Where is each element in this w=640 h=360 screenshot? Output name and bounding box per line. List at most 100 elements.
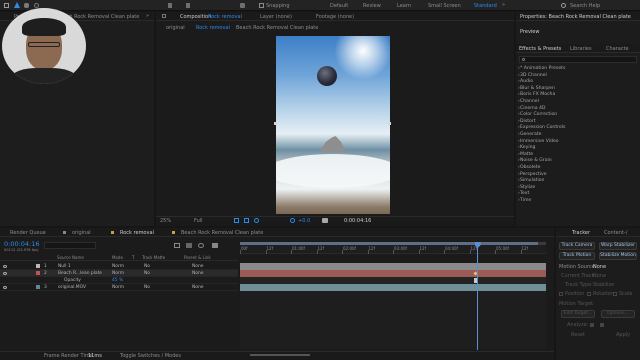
visibility-eye-icon[interactable] — [3, 265, 7, 268]
viewer-handle-right[interactable] — [388, 122, 391, 125]
effects-category[interactable]: Keying — [520, 145, 535, 150]
effects-category[interactable]: 3D Channel — [520, 73, 547, 78]
effects-category[interactable]: * Animation Presets — [520, 66, 565, 71]
work-area-active[interactable] — [240, 242, 538, 245]
brush-tool-icon[interactable] — [186, 3, 190, 8]
layer-mode[interactable]: Norm — [112, 271, 124, 276]
zoom-select[interactable]: 25% — [160, 218, 171, 224]
project-more-icon[interactable]: » — [146, 13, 149, 19]
tab-rock-removal[interactable]: Rock removal — [120, 230, 154, 236]
exposure-icon[interactable] — [290, 218, 295, 223]
effects-category[interactable]: Blur & Sharpen — [520, 86, 555, 91]
breadcrumb-clean-plate[interactable]: Beach Rock Removal Clean plate — [236, 25, 318, 31]
viewer-timecode[interactable]: 0:00:04:16 — [344, 218, 371, 224]
layer-track-matte[interactable]: No — [144, 285, 150, 290]
workspace-default[interactable]: Default — [330, 3, 348, 9]
col-track-matte[interactable]: Track Matte — [142, 255, 165, 260]
lock-icon[interactable] — [162, 14, 166, 18]
effects-category[interactable]: Audio — [520, 79, 533, 84]
expand-arrow-icon[interactable]: › — [518, 139, 520, 144]
snapping-checkbox-icon[interactable] — [259, 3, 264, 8]
col-parent-link[interactable]: Parent & Link — [184, 255, 211, 260]
breadcrumb-original[interactable]: original — [166, 25, 185, 31]
workspace-more-icon[interactable]: » — [502, 2, 505, 8]
viewer-handle-left[interactable] — [274, 122, 277, 125]
content-aware-tab[interactable]: Content-/ — [604, 230, 627, 236]
expand-arrow-icon[interactable]: › — [518, 198, 520, 203]
layer-name[interactable]: Opacity — [64, 278, 81, 283]
layer-name[interactable]: Null 1 — [58, 264, 71, 269]
motion-blur-icon[interactable] — [198, 243, 204, 248]
tab-render-queue[interactable]: Render Queue — [10, 230, 46, 236]
exposure-value[interactable]: +0.0 — [298, 218, 310, 224]
expand-arrow-icon[interactable]: › — [518, 92, 520, 97]
effects-category[interactable]: Perspective — [520, 172, 547, 177]
col-source-name[interactable]: Source Name — [57, 255, 84, 260]
warp-stabilizer-button[interactable]: Warp Stabilizer — [599, 242, 637, 250]
character-tab[interactable]: Characte — [606, 46, 629, 52]
layer-name[interactable]: original.MOV — [58, 285, 86, 290]
layer-mode[interactable]: 45 % — [112, 278, 123, 283]
expand-arrow-icon[interactable]: › — [518, 79, 520, 84]
layer-track-matte[interactable]: No — [144, 264, 150, 269]
expand-arrow-icon[interactable]: › — [518, 119, 520, 124]
expand-arrow-icon[interactable]: › — [518, 99, 520, 104]
expand-arrow-icon[interactable]: › — [518, 185, 520, 190]
expand-arrow-icon[interactable]: › — [518, 178, 520, 183]
comp-mini-flowchart-icon[interactable] — [174, 243, 180, 248]
effects-category[interactable]: Simulation — [520, 178, 544, 183]
workspace-small-screen[interactable]: Small Screen — [428, 3, 461, 9]
layer-parent[interactable]: None — [192, 264, 203, 269]
layer-tab[interactable]: Layer (none) — [260, 14, 292, 20]
graph-editor-icon[interactable] — [212, 243, 218, 248]
workspace-standard[interactable]: Standard — [474, 3, 497, 9]
playhead[interactable] — [477, 242, 479, 350]
tab-clean-plate[interactable]: Beach Rock Removal Clean plate — [181, 230, 263, 236]
expand-arrow-icon[interactable]: › — [518, 73, 520, 78]
hand-tool-icon[interactable] — [24, 3, 29, 8]
layer-parent[interactable]: None — [192, 285, 203, 290]
motion-source-value[interactable]: None — [593, 264, 606, 270]
expand-arrow-icon[interactable]: › — [518, 191, 520, 196]
layer-bar-null[interactable] — [240, 263, 546, 270]
libraries-tab[interactable]: Libraries — [570, 46, 592, 52]
breadcrumb-rock-removal[interactable]: Rock removal — [196, 25, 230, 31]
layer-track-matte[interactable]: No — [144, 271, 150, 276]
layer-name[interactable]: Beach R...lean plate — [58, 271, 102, 276]
expand-arrow-icon[interactable]: › — [518, 66, 520, 71]
effects-search-input[interactable] — [519, 56, 637, 63]
expand-arrow-icon[interactable]: › — [518, 172, 520, 177]
expand-arrow-icon[interactable]: › — [518, 86, 520, 91]
layer-parent[interactable]: None — [192, 271, 203, 276]
expand-arrow-icon[interactable]: › — [518, 125, 520, 130]
effects-category[interactable]: Color Correction — [520, 112, 557, 117]
zoom-slider-icon[interactable] — [250, 354, 310, 356]
track-motion-button[interactable]: Track Motion — [559, 252, 595, 260]
effects-category[interactable]: Cinema 4D — [520, 106, 545, 111]
col-mode[interactable]: Mode — [112, 255, 123, 260]
timeline-search-input[interactable] — [44, 242, 96, 249]
draft-3d-icon[interactable] — [186, 243, 192, 248]
visibility-eye-icon[interactable] — [3, 286, 7, 289]
expand-arrow-icon[interactable]: › — [518, 112, 520, 117]
tab-original[interactable]: original — [72, 230, 91, 236]
search-help-label[interactable]: Search Help — [570, 3, 600, 9]
workspace-review[interactable]: Review — [363, 3, 381, 9]
composition-viewer[interactable] — [276, 36, 390, 214]
footage-tab[interactable]: Footage (none) — [316, 14, 354, 20]
label-color-icon[interactable] — [36, 264, 40, 268]
layer-mode[interactable]: Norm — [112, 285, 124, 290]
snapshot-icon[interactable] — [322, 218, 328, 223]
layer-bar-original[interactable] — [240, 284, 546, 291]
current-time[interactable]: 0:00:04:16 — [4, 240, 40, 248]
effects-category[interactable]: Stylize — [520, 185, 535, 190]
label-color-icon[interactable] — [36, 271, 40, 275]
layer-bar-clean-plate[interactable] — [240, 270, 546, 277]
effects-category[interactable]: Time — [520, 198, 531, 203]
layer-mode[interactable]: Norm — [112, 264, 124, 269]
expand-arrow-icon[interactable]: › — [518, 132, 520, 137]
selection-tool-icon[interactable] — [14, 2, 20, 8]
label-color-icon[interactable] — [36, 285, 40, 289]
workspace-learn[interactable]: Learn — [397, 3, 411, 9]
effects-presets-tab[interactable]: Effects & Presets — [519, 46, 561, 52]
